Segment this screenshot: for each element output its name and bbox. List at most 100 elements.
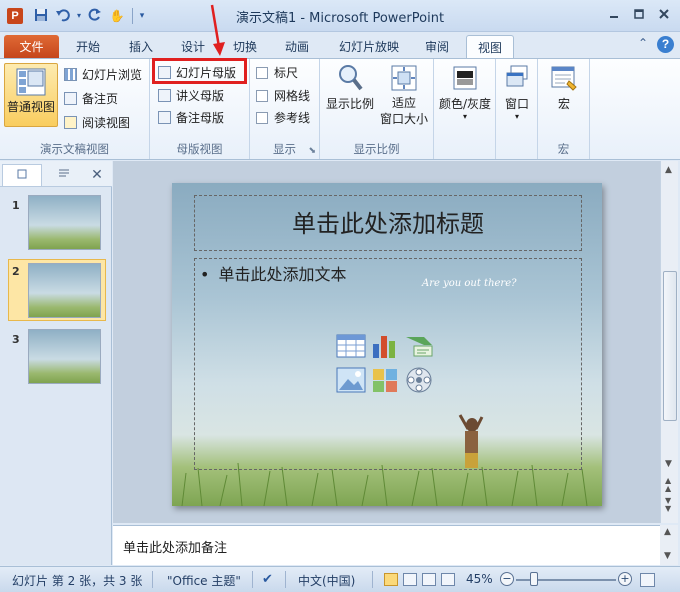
group-window: 窗口 ▾	[496, 59, 538, 159]
zoom-slider-thumb[interactable]	[530, 572, 538, 586]
zoom-percent[interactable]: 45%	[466, 572, 493, 586]
tab-slides-thumbnails[interactable]	[2, 164, 42, 186]
group-show: 标尺 网格线 参考线 显示 ⬊	[250, 59, 320, 159]
status-separator	[252, 571, 253, 588]
window-label: 窗口	[504, 97, 529, 111]
body-placeholder-label: 单击此处添加文本	[218, 265, 347, 284]
window-dropdown-icon: ▾	[514, 112, 519, 121]
content-placeholder[interactable]	[194, 258, 582, 470]
help-icon[interactable]: ?	[657, 36, 674, 53]
tab-insert[interactable]: 插入	[119, 35, 163, 59]
thumbnail-number: 1	[12, 199, 20, 212]
title-bar: P ▾ ✋ ▾ 演示文稿1 - Microsoft PowerPoint	[0, 0, 680, 32]
zoom-out-icon[interactable]: −	[500, 572, 514, 586]
window-icon	[506, 65, 528, 87]
group-label-zoom: 显示比例	[353, 142, 400, 156]
group-color-grayscale: 颜色/灰度 ▾	[434, 59, 496, 159]
notes-scrollbar[interactable]: ▲ ▼	[660, 525, 678, 565]
tab-view[interactable]: 视图	[466, 35, 514, 59]
gridlines-checkbox[interactable]: 网格线	[256, 86, 310, 106]
body-placeholder-text: • 单击此处添加文本	[200, 261, 347, 285]
notes-scroll-up-icon[interactable]: ▲	[664, 527, 671, 537]
slides-thumbnail-icon	[17, 169, 27, 179]
fit-to-window-label-2: 窗口大小	[379, 112, 428, 126]
insert-picture-icon[interactable]	[336, 366, 366, 394]
insert-media-icon[interactable]	[404, 366, 434, 394]
color-grayscale-button[interactable]: 颜色/灰度 ▾	[436, 63, 494, 121]
insert-table-icon[interactable]	[336, 332, 366, 360]
macros-label: 宏	[557, 97, 570, 111]
minimize-icon[interactable]	[604, 8, 624, 24]
handout-master-button[interactable]: 讲义母版	[158, 86, 224, 106]
ruler-label: 标尺	[274, 66, 299, 80]
reading-view-button[interactable]: 阅读视图	[64, 113, 130, 133]
zoom-button[interactable]: 显示比例	[324, 63, 376, 112]
handout-master-icon	[158, 89, 171, 102]
close-pane-icon[interactable]: ✕	[88, 164, 106, 186]
tab-design[interactable]: 设计	[171, 35, 215, 59]
slide-sorter-status-icon[interactable]	[403, 573, 417, 586]
tab-transitions[interactable]: 切换	[223, 35, 267, 59]
theme-status[interactable]: "Office 主题"	[167, 572, 241, 589]
slide-show-status-icon[interactable]	[441, 573, 455, 586]
reading-view-label: 阅读视图	[82, 116, 131, 130]
notes-page-icon	[64, 92, 77, 105]
fit-to-window-label-1: 适应	[391, 96, 416, 110]
ruler-checkbox[interactable]: 标尺	[256, 63, 298, 83]
previous-slide-icon[interactable]: ▲ ▲	[665, 477, 671, 493]
ruler-checkbox-box[interactable]	[256, 67, 268, 79]
title-placeholder[interactable]: 单击此处添加标题	[194, 195, 582, 251]
maximize-icon[interactable]	[629, 8, 649, 24]
normal-view-status-icon[interactable]	[384, 573, 398, 586]
window-button[interactable]: 窗口 ▾	[498, 63, 536, 121]
tab-home[interactable]: 开始	[66, 35, 110, 59]
tab-review[interactable]: 审阅	[415, 35, 459, 59]
color-grayscale-icon	[453, 66, 477, 90]
insert-clipart-icon[interactable]	[370, 366, 400, 394]
tab-slide-show[interactable]: 幻灯片放映	[330, 35, 408, 59]
reading-view-status-icon[interactable]	[422, 573, 436, 586]
close-icon[interactable]	[654, 8, 674, 24]
tab-outline[interactable]	[44, 164, 84, 186]
zoom-label: 显示比例	[325, 97, 374, 111]
insert-smartart-icon[interactable]	[404, 332, 434, 360]
group-label-presentation-views: 演示文稿视图	[40, 142, 109, 156]
reading-view-icon	[64, 116, 77, 129]
guides-checkbox-box[interactable]	[256, 112, 268, 124]
slide-thumbnail-1[interactable]	[28, 195, 101, 250]
gridlines-checkbox-box[interactable]	[256, 90, 268, 102]
scrollbar-thumb[interactable]	[663, 271, 677, 421]
notes-master-button[interactable]: 备注母版	[158, 108, 224, 128]
minimize-ribbon-icon[interactable]: ⌃	[638, 36, 648, 50]
normal-view-button[interactable]: 普通视图	[4, 63, 58, 127]
language-status[interactable]: 中文(中国)	[298, 572, 355, 589]
scroll-down-icon[interactable]: ▼	[665, 459, 672, 469]
pane-tabs: ✕	[0, 161, 112, 187]
fit-slide-to-window-icon[interactable]	[640, 573, 655, 587]
fit-to-window-button[interactable]: 适应 窗口大小	[376, 63, 432, 127]
normal-view-icon	[16, 68, 46, 96]
notes-page-button[interactable]: 备注页	[64, 89, 118, 109]
show-dialog-launcher-icon[interactable]: ⬊	[308, 146, 316, 156]
spell-check-icon[interactable]: ✔	[262, 572, 273, 587]
tab-file[interactable]: 文件	[4, 35, 59, 59]
zoom-in-icon[interactable]: +	[618, 572, 632, 586]
slide-thumbnail-2[interactable]	[28, 263, 101, 318]
notes-scroll-down-icon[interactable]: ▼	[664, 551, 671, 561]
macros-button[interactable]: 宏	[542, 63, 586, 112]
next-slide-icon[interactable]: ▼ ▼	[665, 497, 671, 513]
ribbon-view: 普通视图 幻灯片浏览 备注页 阅读视图 演示文稿视图 幻灯片母版 讲义母版 备注…	[0, 58, 680, 160]
notes-pane[interactable]: 单击此处添加备注	[113, 525, 660, 565]
scroll-up-icon[interactable]: ▲	[665, 165, 672, 175]
slide-sorter-button[interactable]: 幻灯片浏览	[64, 65, 142, 85]
slide-sorter-label: 幻灯片浏览	[82, 68, 143, 82]
guides-checkbox[interactable]: 参考线	[256, 108, 310, 128]
notes-placeholder[interactable]: 单击此处添加备注	[123, 537, 227, 556]
slide-tagline: Are you out there?	[422, 278, 517, 289]
insert-chart-icon[interactable]	[370, 332, 400, 360]
editor-vertical-scrollbar[interactable]: ▲ ▼ ▲ ▲ ▼ ▼	[660, 161, 678, 523]
group-label-master-views: 母版视图	[176, 142, 223, 156]
slide-thumbnail-3[interactable]	[28, 329, 101, 384]
tab-animations[interactable]: 动画	[275, 35, 319, 59]
group-presentation-views: 普通视图 幻灯片浏览 备注页 阅读视图 演示文稿视图	[0, 59, 150, 159]
